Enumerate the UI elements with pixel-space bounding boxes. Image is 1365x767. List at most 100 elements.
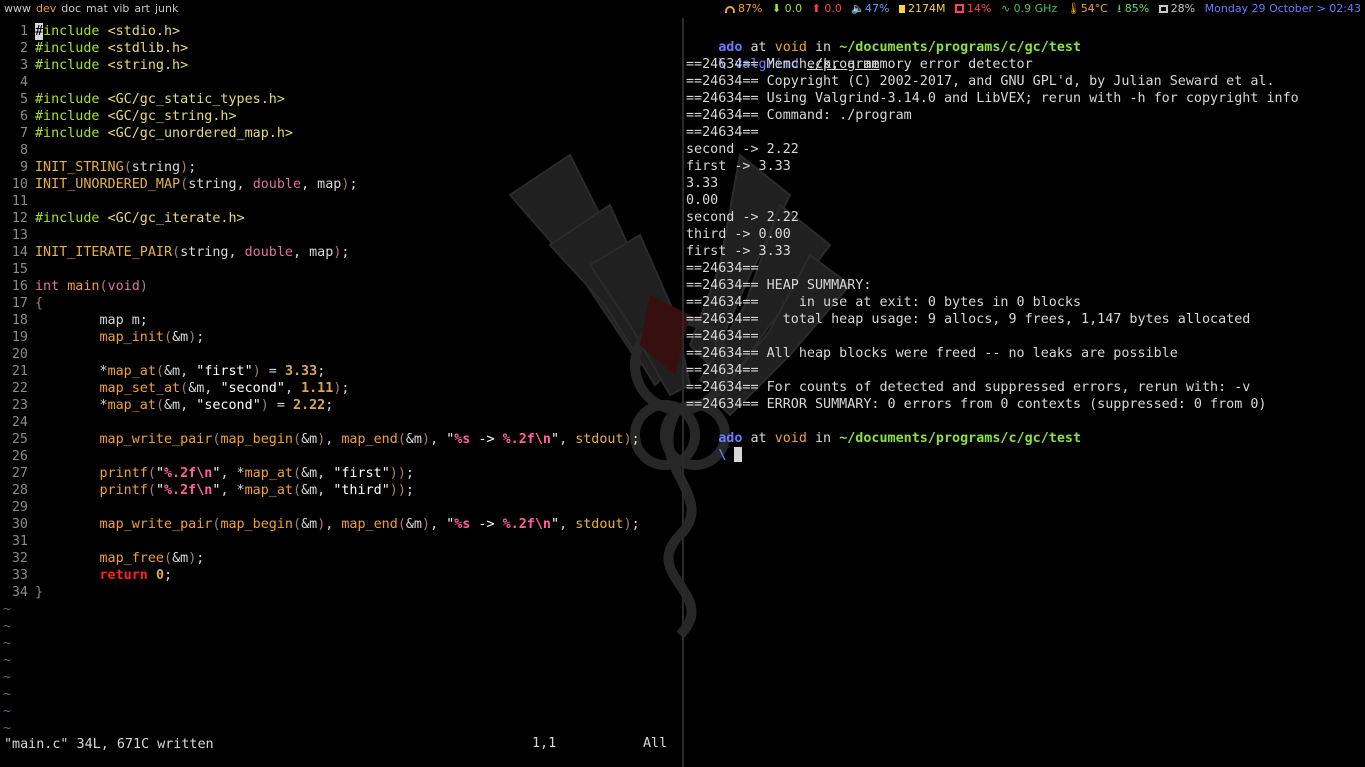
thermometer-icon: 🌡 — [1066, 2, 1081, 15]
disk-widget: 28% — [1158, 2, 1195, 15]
code-text[interactable]: map_set_at(&m, "second", 1.11); — [35, 380, 350, 397]
line-number: 26 — [11, 449, 28, 464]
code-text[interactable]: #include <string.h> — [35, 57, 188, 74]
input-line[interactable]: \ — [686, 430, 743, 463]
line-number: 24 — [11, 415, 28, 430]
line-number: 7 — [19, 126, 28, 141]
net-up-widget: ⬆ 0.0 — [811, 2, 842, 15]
code-text[interactable]: } — [35, 584, 43, 601]
status-bar: www dev doc mat vib art junk 87% ⬇ 0.0 ⬆ 0.0 🔈… — [0, 0, 1365, 18]
line-number: 11 — [11, 194, 28, 209]
line-number: 25 — [11, 432, 28, 447]
workspace-tag-www[interactable]: www — [4, 2, 31, 15]
output-line: ==24634== total heap usage: 9 allocs, 9 … — [686, 312, 1251, 327]
battery-icon: ⭳ — [1117, 2, 1122, 15]
code-text[interactable]: { — [35, 295, 43, 312]
workspace-tag-art[interactable]: art — [134, 2, 150, 15]
line-number: 1 — [19, 24, 28, 39]
system-stats: 87% ⬇ 0.0 ⬆ 0.0 🔈47% 2174M 14% ∿ 0.9 GHz… — [719, 0, 1361, 18]
code-text[interactable]: #include <GC/gc_string.h> — [35, 108, 237, 125]
code-text[interactable]: #include <GC/gc_iterate.h> — [35, 210, 245, 227]
output-line: 0.00 — [686, 193, 719, 208]
output-line: 3.33 — [686, 176, 719, 191]
tilde-marker: ~ — [3, 721, 12, 736]
pulse-icon: ∿ — [1000, 2, 1011, 15]
code-text[interactable]: printf("%.2f\n", *map_at(&m, "third")); — [35, 482, 414, 499]
line-number: 2 — [19, 41, 28, 56]
code-text[interactable]: map_free(&m); — [35, 550, 205, 567]
line-number: 18 — [11, 313, 28, 328]
cursor-position: 1,1 — [532, 736, 557, 751]
cpu-icon — [954, 4, 964, 13]
line-number: 13 — [11, 228, 28, 243]
net-down-widget: ⬇ 0.0 — [771, 2, 803, 15]
line-number: 29 — [11, 500, 28, 515]
output-line: ==24634== in use at exit: 0 bytes in 0 b… — [686, 295, 1082, 310]
pane-divider[interactable] — [682, 18, 684, 767]
output-line: ==24634== Using Valgrind-3.14.0 and LibV… — [686, 91, 1299, 106]
output-line: ==24634== Command: ./program — [686, 108, 912, 123]
code-text[interactable]: INIT_STRING(string); — [35, 159, 196, 176]
workspace-tag-doc[interactable]: doc — [61, 2, 81, 15]
command-line: \ valgrind ./program — [686, 39, 879, 72]
output-line: ==24634== — [686, 261, 759, 276]
terminal-cursor — [734, 447, 743, 462]
volume-widget: 🔈47% — [851, 2, 890, 15]
output-line: second -> 2.22 — [686, 210, 799, 225]
prompt-line: ado at void in ~/documents/programs/c/gc… — [718, 40, 1082, 55]
line-number: 12 — [11, 211, 28, 226]
workspace-tag-mat[interactable]: mat — [86, 2, 108, 15]
line-number: 31 — [11, 534, 28, 549]
code-text[interactable]: map_write_pair(map_begin(&m), map_end(&m… — [35, 516, 640, 533]
code-text[interactable]: map_init(&m); — [35, 329, 205, 346]
tilde-marker: ~ — [3, 687, 12, 702]
vim-editor-pane[interactable]: 1 #include <stdio.h> 2 #include <stdlib.h> 3… — [0, 18, 682, 767]
tilde-marker: ~ — [3, 602, 12, 617]
output-line: ==24634== ERROR SUMMARY: 0 errors from 0… — [686, 397, 1267, 412]
workspace-tag-junk[interactable]: junk — [155, 2, 178, 15]
line-number: 30 — [11, 517, 28, 532]
tilde-marker: ~ — [3, 670, 12, 685]
line-number: 15 — [11, 262, 28, 277]
line-number: 5 — [19, 92, 28, 107]
output-line: first -> 3.33 — [686, 159, 791, 174]
line-number: 27 — [11, 466, 28, 481]
line-number: 8 — [19, 143, 28, 158]
line-number: 10 — [11, 177, 28, 192]
code-text[interactable]: map_write_pair(map_begin(&m), map_end(&m… — [35, 431, 640, 448]
code-text[interactable]: int main(void) — [35, 278, 148, 295]
code-text[interactable]: #include <stdio.h> — [35, 23, 180, 40]
cpu-widget: 14% — [954, 2, 991, 15]
workspace-tag-vib[interactable]: vib — [113, 2, 130, 15]
line-number: 22 — [11, 381, 28, 396]
code-text[interactable]: *map_at(&m, "first") = 3.33; — [35, 363, 325, 380]
tilde-marker: ~ — [3, 653, 12, 668]
code-text[interactable]: return 0; — [35, 567, 173, 584]
line-number: 21 — [11, 364, 28, 379]
line-number: 28 — [11, 483, 28, 498]
code-text[interactable]: #include <GC/gc_unordered_map.h> — [35, 125, 293, 142]
workspace-tags: www dev doc mat vib art junk — [4, 0, 183, 18]
line-number: 23 — [11, 398, 28, 413]
code-text[interactable]: *map_at(&m, "second") = 2.22; — [35, 397, 333, 414]
code-text[interactable]: INIT_UNORDERED_MAP(string, double, map); — [35, 176, 358, 193]
code-text[interactable]: #include <stdlib.h> — [35, 40, 188, 57]
code-text[interactable]: map m; — [35, 312, 147, 329]
battery-widget: ⭳ 85% — [1117, 2, 1150, 15]
line-number: 16 — [11, 279, 28, 294]
line-number: 32 — [11, 551, 28, 566]
line-number: 17 — [11, 296, 28, 311]
code-text[interactable]: #include <GC/gc_static_types.h> — [35, 91, 285, 108]
download-arrow-icon: ⬇ — [771, 2, 782, 15]
clock: Monday 29 October > 02:43 — [1204, 2, 1361, 15]
line-number: 14 — [11, 245, 28, 260]
output-line: ==24634== For counts of detected and sup… — [686, 380, 1251, 395]
output-line: second -> 2.22 — [686, 142, 799, 157]
code-text[interactable]: INIT_ITERATE_PAIR(string, double, map); — [35, 244, 349, 261]
output-line: ==24634== Copyright (C) 2002-2017, and G… — [686, 74, 1275, 89]
workspace-tag-dev[interactable]: dev — [36, 2, 56, 15]
output-line: ==24634== — [686, 363, 759, 378]
code-text[interactable]: printf("%.2f\n", *map_at(&m, "first")); — [35, 465, 414, 482]
memory-widget: 2174M — [898, 2, 945, 15]
terminal-pane[interactable]: ado at void in ~/documents/programs/c/gc… — [686, 22, 1361, 762]
